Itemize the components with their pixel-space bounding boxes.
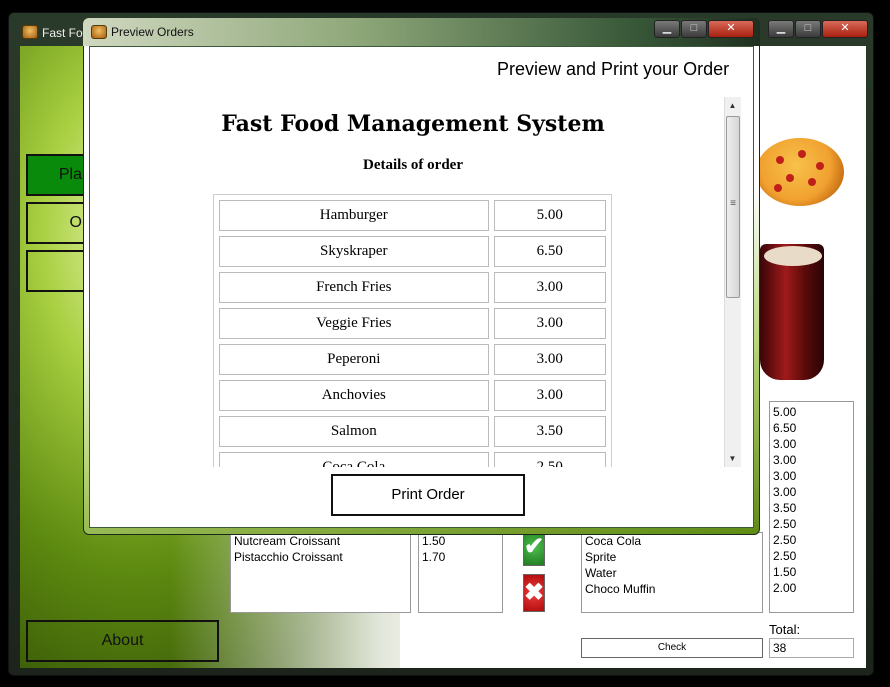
table-row: Veggie Fries 3.00 (219, 308, 606, 339)
table-row: Anchovies 3.00 (219, 380, 606, 411)
item-price-cell: 3.00 (493, 344, 606, 375)
item-name-cell: Anchovies (219, 380, 489, 411)
total-field[interactable]: 38 (769, 638, 854, 658)
list-item[interactable]: 3.00 (773, 436, 853, 452)
list-item[interactable]: 2.50 (773, 532, 853, 548)
item-price-cell: 3.50 (493, 416, 606, 447)
list-item[interactable]: 3.00 (773, 468, 853, 484)
dialog-burger-icon (91, 25, 107, 39)
item-name-cell: Skyskraper (219, 236, 489, 267)
list-item[interactable]: 2.00 (773, 580, 853, 596)
orders-label: O (69, 214, 82, 231)
list-item[interactable]: Water (585, 565, 762, 581)
x-icon: ✖ (524, 579, 545, 606)
drinks-listbox[interactable]: Coca Cola Sprite Water Choco Muffin (581, 532, 763, 613)
list-item[interactable]: 3.00 (773, 452, 853, 468)
list-item[interactable]: 3.50 (773, 500, 853, 516)
list-item[interactable]: 2.50 (773, 516, 853, 532)
scroll-up-arrow-icon[interactable]: ▲ (724, 97, 741, 114)
item-price-cell: 6.50 (493, 236, 606, 267)
item-name-cell: Veggie Fries (219, 308, 489, 339)
scroll-down-arrow-icon[interactable]: ▼ (724, 450, 741, 467)
list-item[interactable]: Nutcream Croissant (234, 533, 410, 549)
list-item[interactable]: 5.00 (773, 404, 853, 420)
remove-button[interactable]: ✖ (523, 574, 546, 612)
main-close-button[interactable]: ✕ (822, 20, 868, 38)
list-item[interactable]: Choco Muffin (585, 581, 762, 597)
table-row: Salmon 3.50 (219, 416, 606, 447)
list-item[interactable]: Pistacchio Croissant (234, 549, 410, 565)
dialog-maximize-button[interactable]: □ (681, 20, 707, 38)
side-button-blank[interactable] (26, 250, 86, 292)
item-price-cell: 3.00 (493, 308, 606, 339)
cola-foam (764, 246, 822, 266)
table-row: Coca Cola 2.50 (219, 452, 606, 467)
main-maximize-button[interactable]: □ (795, 20, 821, 38)
total-label: Total: (769, 622, 801, 637)
main-window-title: Fast Fo (42, 26, 83, 40)
item-name-cell: French Fries (219, 272, 489, 303)
item-price-cell: 3.00 (493, 272, 606, 303)
list-item[interactable]: 1.70 (422, 549, 502, 565)
list-item[interactable]: 6.50 (773, 420, 853, 436)
place-order-label: Pla (58, 166, 82, 183)
item-price-cell: 3.00 (493, 380, 606, 411)
place-order-button[interactable]: Pla (26, 154, 86, 196)
print-preview-document[interactable]: Fast Food Management System Details of o… (102, 97, 724, 467)
list-item[interactable]: 1.50 (422, 533, 502, 549)
list-item[interactable]: Sprite (585, 549, 762, 565)
item-name-cell: Peperoni (219, 344, 489, 375)
dialog-minimize-button[interactable]: ▁ (654, 20, 680, 38)
document-subtitle: Details of order (363, 157, 463, 173)
pizza-image (756, 138, 844, 206)
table-row: Hamburger 5.00 (219, 200, 606, 231)
check-button[interactable]: Check (581, 638, 763, 658)
food-items-listbox[interactable]: Nutcream Croissant Pistacchio Croissant (230, 532, 411, 613)
scroll-grip-icon: ≡ (730, 198, 736, 209)
table-row: Peperoni 3.00 (219, 344, 606, 375)
orders-button[interactable]: O (26, 202, 86, 244)
list-item[interactable]: 3.00 (773, 484, 853, 500)
print-order-button[interactable]: Print Order (331, 474, 525, 516)
item-price-cell: 2.50 (493, 452, 606, 467)
list-item[interactable]: Coca Cola (585, 533, 762, 549)
list-item[interactable]: 1.50 (773, 564, 853, 580)
list-item[interactable]: 2.50 (773, 548, 853, 564)
item-name-cell: Coca Cola (219, 452, 489, 467)
table-row: Skyskraper 6.50 (219, 236, 606, 267)
document-title: Fast Food Management System (221, 111, 605, 137)
item-price-cell: 5.00 (493, 200, 606, 231)
item-name-cell: Salmon (219, 416, 489, 447)
dialog-title: Preview Orders (111, 25, 194, 39)
app-burger-icon (22, 25, 38, 39)
about-button[interactable]: About (26, 620, 219, 662)
main-minimize-button[interactable]: ▁ (768, 20, 794, 38)
dialog-close-button[interactable]: ✕ (708, 20, 754, 38)
selected-prices-listbox[interactable]: 5.00 6.50 3.00 3.00 3.00 3.00 3.50 2.50 … (769, 401, 854, 613)
table-row: French Fries 3.00 (219, 272, 606, 303)
food-prices-listbox[interactable]: 1.50 1.70 (418, 532, 503, 613)
order-table: Hamburger 5.00 Skyskraper 6.50 French Frie… (213, 194, 612, 467)
dialog-heading: Preview and Print your Order (497, 59, 730, 79)
item-name-cell: Hamburger (219, 200, 489, 231)
